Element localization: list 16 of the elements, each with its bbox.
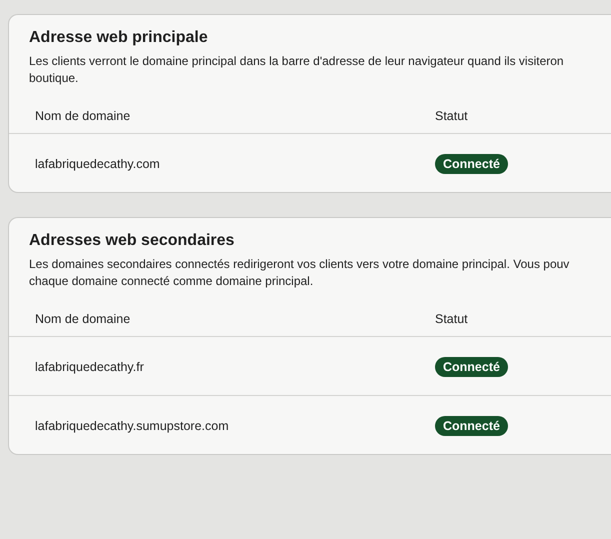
column-header: Statut (435, 312, 469, 326)
section-title: Adresse web principale (28, 29, 209, 47)
status-badge: Connecté (435, 154, 508, 174)
domain-name: lafabriquedecathy.sumupstore.com (35, 419, 230, 433)
section-title: Adresses web secondaires (28, 232, 236, 250)
section-description: boutique. (28, 70, 80, 87)
column-header: Nom de domaine (35, 312, 132, 326)
section-description: chaque domaine connecté comme domaine principal. (28, 273, 314, 290)
domain-name: lafabriquedecathy.fr (35, 360, 145, 374)
section-description: Les domaines secondaires connectés redirigeront vos clients vers votre domaine principal. Vous pouv (28, 256, 570, 273)
column-header: Statut (435, 109, 469, 123)
status-badge: Connecté (435, 416, 508, 436)
status-badge: Connecté (435, 357, 508, 377)
column-header: Nom de domaine (35, 109, 132, 123)
section-description: Les clients verront le domaine principal dans la barre d'adresse de leur navigateur quand ils visiteron (28, 53, 565, 70)
domain-name: lafabriquedecathy.com (35, 157, 161, 171)
